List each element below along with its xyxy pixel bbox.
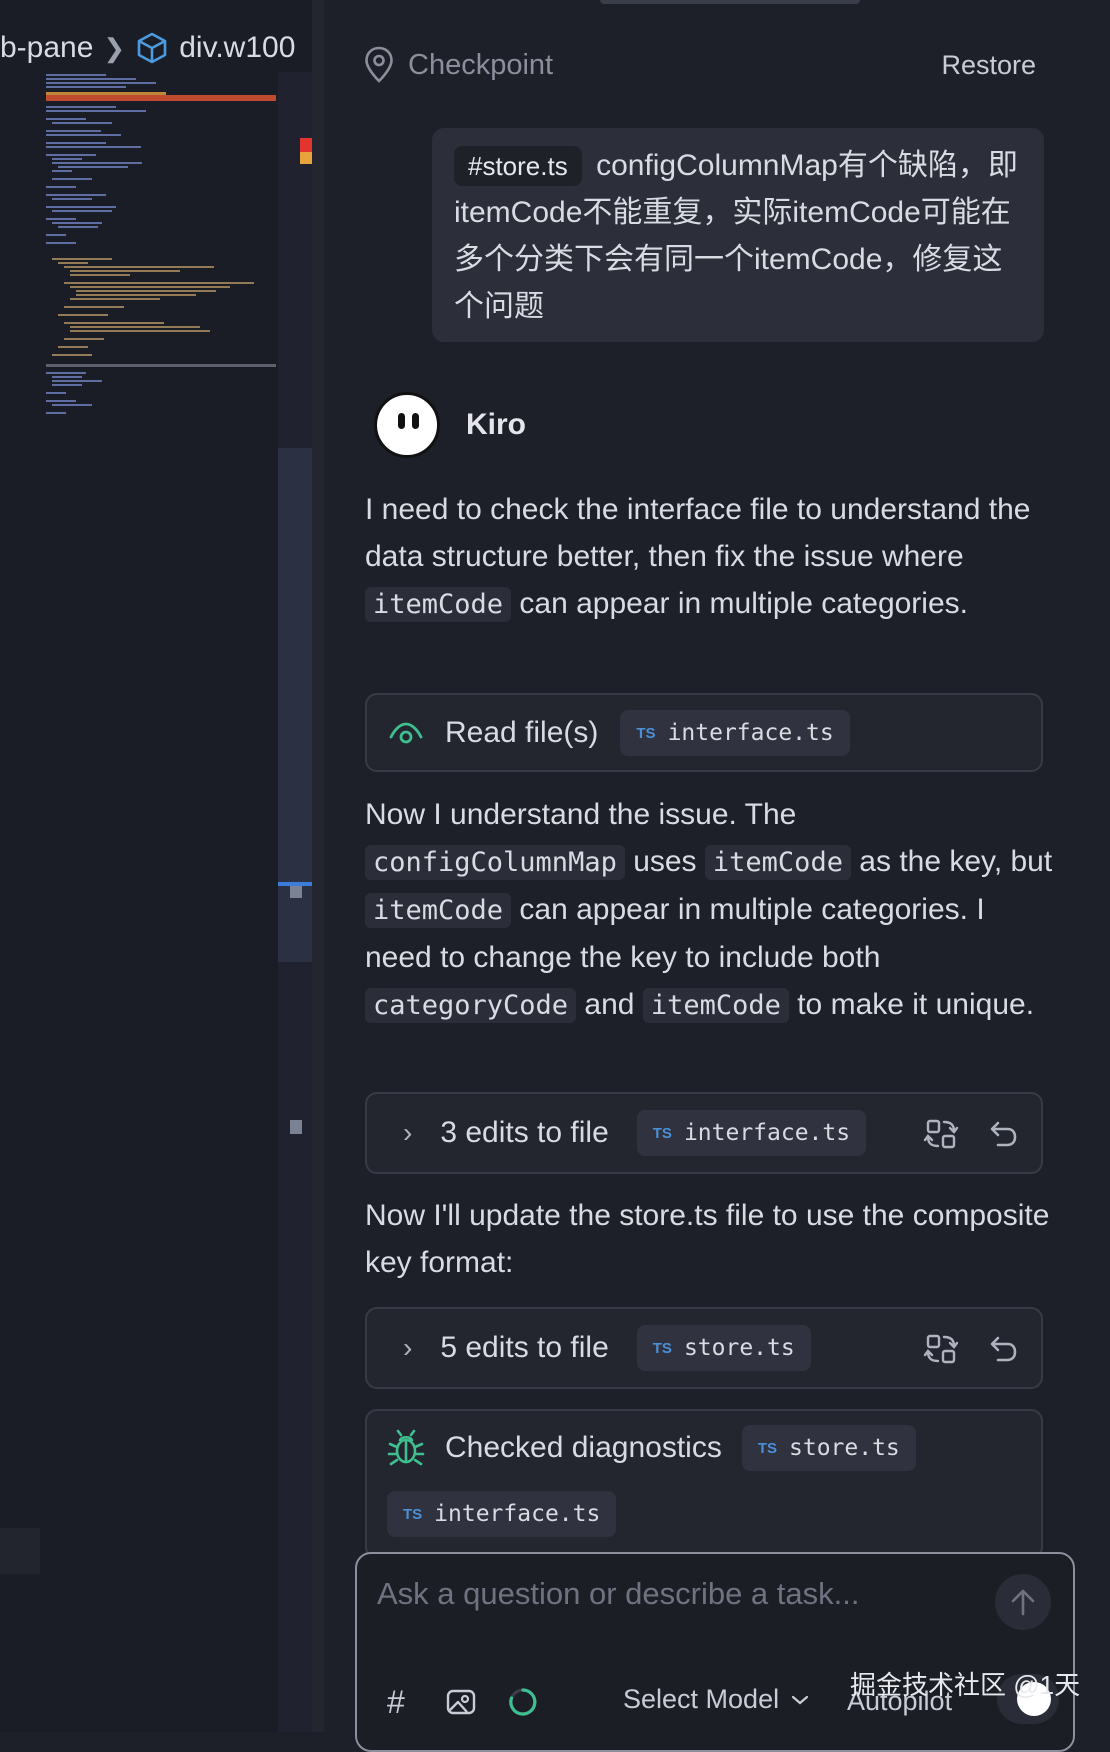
inline-code: itemCode: [365, 893, 512, 928]
undo-icon[interactable]: [983, 1331, 1019, 1367]
assistant-name: Kiro: [466, 408, 526, 441]
restore-button[interactable]: Restore: [941, 50, 1036, 81]
diagnostics-card: Checked diagnostics TS store.ts TS inter…: [365, 1409, 1043, 1559]
assistant-header: Kiro: [374, 392, 526, 458]
chevron-right-icon: ❯: [103, 32, 126, 63]
edits-card[interactable]: › 5 edits to file TS store.ts: [365, 1307, 1043, 1389]
chevron-down-icon: [791, 1695, 809, 1704]
chat-input[interactable]: Ask a question or describe a task... # S…: [355, 1552, 1075, 1752]
file-chip[interactable]: TS interface.ts: [636, 1110, 867, 1156]
inline-code: itemCode: [704, 845, 851, 880]
typescript-file-icon: TS: [403, 1505, 423, 1523]
card-label: Checked diagnostics: [445, 1431, 722, 1464]
assistant-message-1: I need to check the interface file to un…: [365, 493, 1031, 622]
typescript-file-icon: TS: [652, 1339, 672, 1357]
breadcrumb-segment[interactable]: b-pane: [0, 31, 93, 65]
undo-icon[interactable]: [983, 1116, 1019, 1152]
eye-icon: [389, 722, 423, 744]
map-pin-icon: [365, 46, 393, 83]
pane-divider[interactable]: [312, 0, 324, 1732]
compare-diff-icon[interactable]: [923, 1116, 959, 1152]
checkpoint-label: Checkpoint: [408, 48, 554, 81]
watermark: 掘金技术社区 @1天: [850, 1670, 1081, 1700]
position-marker: [290, 886, 302, 898]
typescript-file-icon: TS: [757, 1439, 777, 1457]
card-label: Read file(s): [445, 716, 599, 749]
context-usage-ring-icon[interactable]: [507, 1686, 539, 1718]
inline-code: configColumnMap: [365, 845, 625, 880]
assistant-message-2: Now I understand the issue. The configCo…: [365, 798, 1053, 1023]
user-message: #store.ts configColumnMap有个缺陷，即itemCode不…: [432, 128, 1044, 342]
file-chip[interactable]: TS interface.ts: [387, 1491, 617, 1537]
select-model-label: Select Model: [623, 1684, 780, 1714]
kiro-ghost-avatar: [374, 392, 440, 458]
bug-icon: [387, 1429, 425, 1466]
file-chip[interactable]: TS store.ts: [636, 1325, 811, 1371]
arrow-up-icon: [1011, 1589, 1035, 1616]
cube-icon: [137, 32, 167, 64]
card-label: 5 edits to file: [440, 1331, 609, 1364]
image-attach-icon[interactable]: [445, 1686, 477, 1718]
inline-code: itemCode: [365, 587, 512, 622]
breadcrumb: b-pane ❯ div.w100: [0, 26, 295, 70]
assistant-message-3: Now I'll update the store.ts file to use…: [365, 1199, 1050, 1279]
context-file-tag[interactable]: #store.ts: [454, 146, 582, 186]
edits-card[interactable]: › 3 edits to file TS interface.ts: [365, 1092, 1043, 1174]
breadcrumb-segment[interactable]: div.w100: [179, 31, 295, 65]
typescript-file-icon: TS: [652, 1124, 672, 1142]
file-chip[interactable]: TS store.ts: [741, 1425, 916, 1471]
inline-code: categoryCode: [365, 988, 577, 1023]
checkpoint-bar: Checkpoint Restore: [364, 40, 1036, 90]
chat-input-placeholder[interactable]: Ask a question or describe a task...: [377, 1576, 859, 1612]
code-minimap[interactable]: [46, 72, 278, 452]
top-tab-indicator: [600, 0, 860, 4]
file-chip[interactable]: TS interface.ts: [620, 710, 850, 756]
warning-marker: [300, 152, 312, 164]
read-files-card: Read file(s) TS interface.ts: [365, 693, 1043, 772]
card-label: 3 edits to file: [440, 1116, 609, 1149]
chevron-right-icon[interactable]: ›: [403, 1332, 412, 1364]
context-hash-button[interactable]: #: [387, 1684, 405, 1721]
editor-gutter-block: [0, 1528, 40, 1574]
editor-pane: b-pane ❯ div.w100: [0, 0, 316, 1732]
compare-diff-icon[interactable]: [923, 1331, 959, 1367]
chevron-right-icon[interactable]: ›: [403, 1117, 412, 1149]
position-marker: [290, 1120, 302, 1134]
select-model-dropdown[interactable]: Select Model: [623, 1684, 809, 1715]
inline-code: itemCode: [642, 988, 789, 1023]
typescript-file-icon: TS: [636, 724, 656, 742]
send-button[interactable]: [995, 1574, 1051, 1630]
